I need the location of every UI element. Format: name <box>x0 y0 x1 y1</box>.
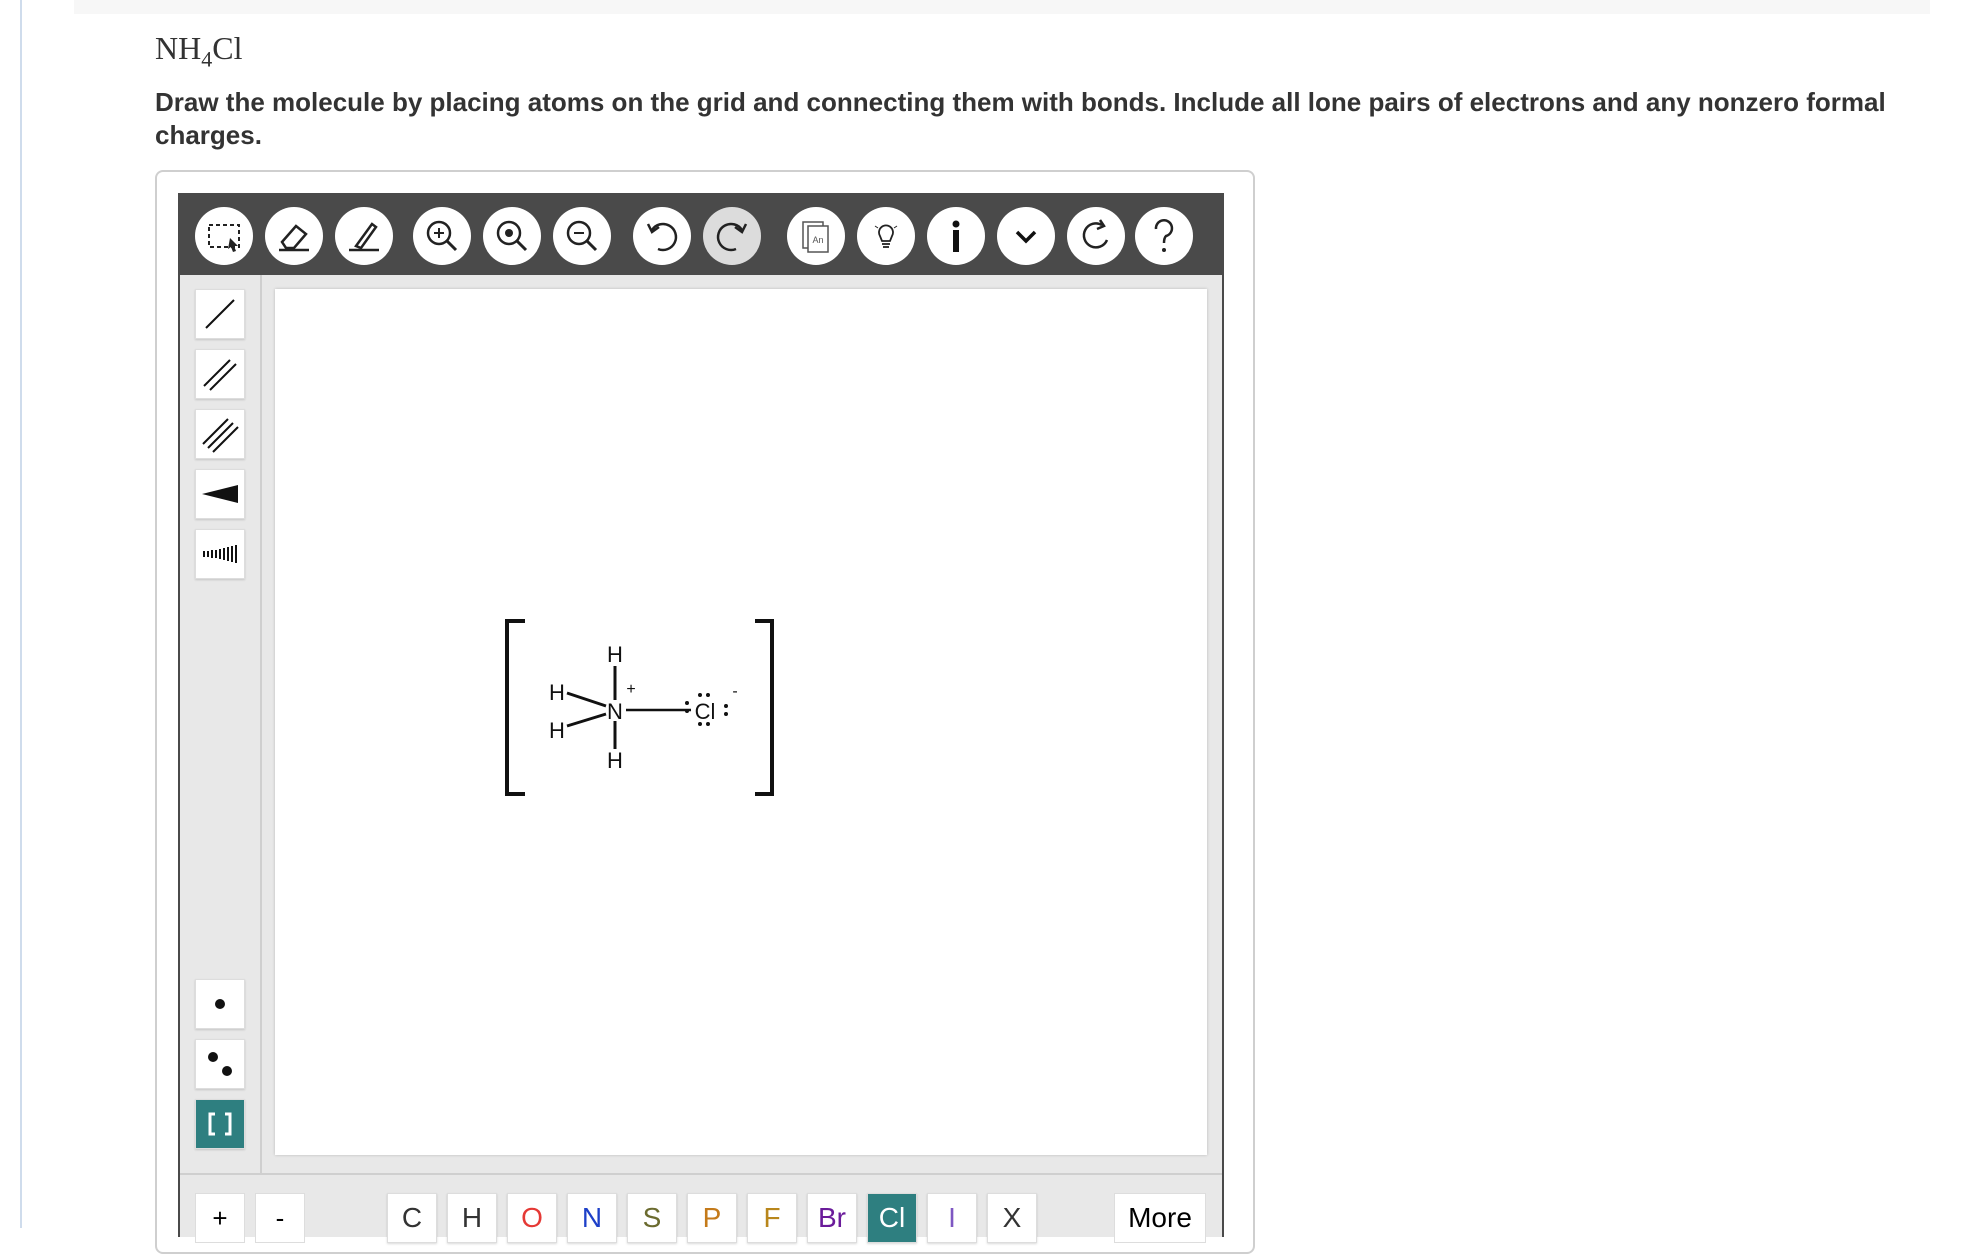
formal-charge-cl: - <box>732 683 737 700</box>
reset-button[interactable] <box>1067 207 1125 265</box>
triple-bond-icon <box>202 418 239 453</box>
help-button[interactable] <box>1135 207 1193 265</box>
zoom-in-button[interactable] <box>413 207 471 265</box>
element-c-button[interactable]: C <box>387 1193 437 1243</box>
info-button[interactable] <box>927 207 985 265</box>
dropdown-button[interactable] <box>997 207 1055 265</box>
element-n-button[interactable]: N <box>567 1193 617 1243</box>
element-o-button[interactable]: O <box>507 1193 557 1243</box>
atom-h-upper-left: H <box>549 680 565 705</box>
negative-charge-button[interactable]: - <box>255 1193 305 1243</box>
molecule-editor: An H H H H N + Cl - + - C H O N S P F Br… <box>178 193 1224 1243</box>
hash-bond-icon <box>203 545 237 563</box>
help-icon <box>1154 219 1174 252</box>
zoom-out-icon <box>566 220 598 252</box>
redo-button[interactable] <box>703 207 761 265</box>
editor-toolbar: An <box>180 195 1222 275</box>
lone-pair-button[interactable] <box>195 1039 245 1089</box>
redo-icon <box>716 222 748 252</box>
element-p-button[interactable]: P <box>687 1193 737 1243</box>
bracket-icon <box>208 1112 232 1136</box>
formal-charge-n: + <box>626 681 635 698</box>
zoom-in-icon <box>426 220 458 252</box>
more-elements-button[interactable]: More <box>1114 1193 1206 1243</box>
hint-button[interactable] <box>857 207 915 265</box>
double-bond-button[interactable] <box>195 349 245 399</box>
atom-cl: Cl <box>695 699 716 724</box>
select-icon <box>208 224 240 252</box>
svg-text:An: An <box>812 235 823 245</box>
zoom-reset-icon <box>496 220 528 252</box>
bond-tool-sidebar <box>180 275 262 1175</box>
triple-bond-button[interactable] <box>195 409 245 459</box>
select-tool-button[interactable] <box>195 207 253 265</box>
atom-palette: + - C H O N S P F Br Cl I X More <box>180 1173 1222 1243</box>
eraser-button[interactable] <box>265 207 323 265</box>
info-icon <box>952 220 960 252</box>
lone-pair-icon <box>208 1052 232 1076</box>
atom-n: N <box>607 699 623 724</box>
element-i-button[interactable]: I <box>927 1193 977 1243</box>
hash-bond-button[interactable] <box>195 529 245 579</box>
single-bond-icon <box>205 299 235 329</box>
zoom-reset-button[interactable] <box>483 207 541 265</box>
element-cl-button[interactable]: Cl <box>867 1193 917 1243</box>
atom-h-top: H <box>607 642 623 667</box>
reset-icon <box>1082 219 1109 249</box>
copy-label-icon: An <box>802 221 829 253</box>
bracket-button[interactable] <box>195 1099 245 1149</box>
copy-label-button[interactable]: An <box>787 207 845 265</box>
hint-bulb-icon <box>874 224 898 248</box>
left-bracket <box>505 619 525 796</box>
single-electron-button[interactable] <box>195 979 245 1029</box>
undo-button[interactable] <box>633 207 691 265</box>
element-f-button[interactable]: F <box>747 1193 797 1243</box>
drawing-canvas[interactable]: H H H H N + Cl - <box>275 289 1207 1155</box>
element-x-button[interactable]: X <box>987 1193 1037 1243</box>
chevron-down-icon <box>1015 230 1037 244</box>
single-bond-button[interactable] <box>195 289 245 339</box>
single-electron-icon <box>215 999 225 1009</box>
page-left-rule <box>20 0 22 1228</box>
bond-n-h-lower-left <box>566 712 607 728</box>
question-instructions: Draw the molecule by placing atoms on th… <box>155 87 1886 150</box>
atom-h-lower-left: H <box>549 718 565 743</box>
molecule-drawing: H H H H N + Cl - <box>505 619 774 796</box>
atom-h-bottom: H <box>607 748 623 773</box>
element-br-button[interactable]: Br <box>807 1193 857 1243</box>
element-s-button[interactable]: S <box>627 1193 677 1243</box>
right-bracket <box>755 619 774 796</box>
element-h-button[interactable]: H <box>447 1193 497 1243</box>
draw-button[interactable] <box>335 207 393 265</box>
bond-n-h-upper-left <box>566 691 607 708</box>
positive-charge-button[interactable]: + <box>195 1193 245 1243</box>
undo-icon <box>646 222 678 252</box>
double-bond-icon <box>203 359 237 391</box>
draw-icon <box>349 222 379 252</box>
header-band <box>74 0 1930 14</box>
eraser-icon <box>279 224 309 252</box>
wedge-bond-button[interactable] <box>195 469 245 519</box>
wedge-bond-icon <box>202 485 238 503</box>
question-formula: NH4Cl <box>155 30 243 72</box>
zoom-out-button[interactable] <box>553 207 611 265</box>
